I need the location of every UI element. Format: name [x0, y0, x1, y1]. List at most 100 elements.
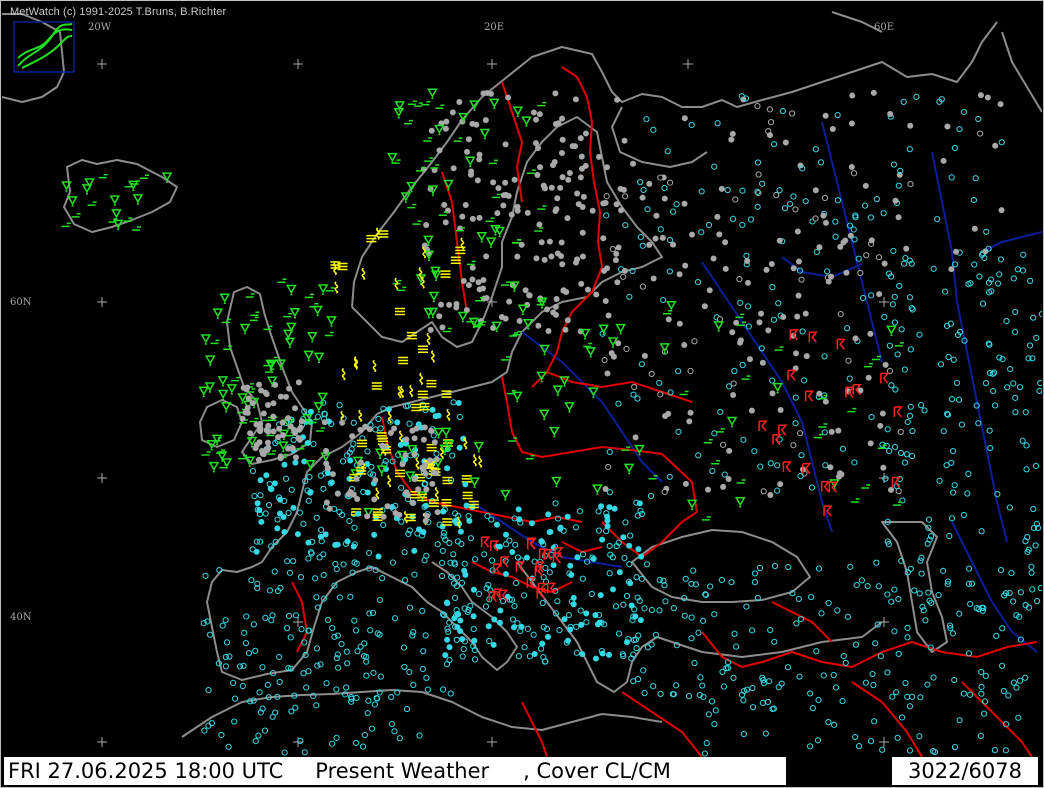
station-plot-icon [729, 130, 736, 137]
station-plot-icon [304, 439, 311, 446]
station-plot-icon [553, 295, 560, 302]
station-plot-icon [514, 207, 521, 214]
station-plot-icon [876, 291, 883, 298]
station-plot-icon [502, 141, 509, 148]
station-plot-icon [621, 267, 628, 274]
station-plot-icon [545, 633, 552, 640]
station-plot-icon [427, 326, 434, 333]
station-plot-icon [526, 292, 533, 299]
station-plot-icon [582, 130, 589, 137]
station-plot-icon [423, 221, 430, 228]
status-datetime: FRI 27.06.2025 18:00 UTC [8, 759, 284, 783]
station-plot-icon [334, 490, 341, 497]
station-plot-icon [719, 441, 727, 448]
station-plot-icon [384, 503, 391, 510]
station-plot-icon [887, 486, 894, 493]
station-plot-icon [394, 419, 401, 426]
station-plot-icon [604, 370, 611, 377]
weather-map[interactable] [2, 2, 1042, 757]
station-plot-icon [606, 504, 613, 511]
station-plot-icon [409, 427, 416, 434]
station-plot-icon [589, 207, 596, 214]
station-plot-icon [705, 486, 712, 493]
station-plot-icon [298, 418, 305, 425]
station-plot-icon [579, 651, 586, 658]
station-plot-icon [403, 436, 410, 443]
station-plot-icon [812, 187, 819, 194]
station-plot-icon [474, 177, 481, 184]
station-plot-icon [411, 547, 418, 554]
station-plot-icon [455, 399, 462, 406]
station-plot-icon [562, 326, 569, 333]
station-plot-icon [290, 504, 297, 511]
station-plot-icon [473, 121, 480, 128]
station-plot-icon [329, 471, 336, 478]
station-plot-icon [491, 616, 498, 623]
station-plot-icon [271, 480, 278, 487]
station-plot-icon [292, 430, 299, 437]
station-plot-icon [554, 195, 561, 202]
station-plot-icon [274, 525, 281, 532]
station-plot-icon [253, 548, 260, 555]
station-plot-icon [816, 390, 823, 397]
station-plot-icon [427, 457, 434, 464]
station-plot-icon [546, 529, 553, 536]
station-plot-icon [665, 316, 672, 323]
station-plot-icon [689, 231, 696, 238]
station-plot-icon [559, 261, 566, 268]
station-plot-icon [263, 427, 270, 434]
station-plot-icon [462, 202, 469, 209]
station-plot-icon [769, 390, 776, 397]
station-plot-icon [255, 456, 262, 463]
status-cover: , Cover CL/CM [523, 759, 671, 783]
station-plot-icon [868, 237, 875, 244]
station-plot-icon [495, 185, 502, 192]
station-plot-icon [249, 400, 256, 407]
station-plot-icon [579, 229, 586, 236]
station-plot-icon [564, 215, 571, 222]
station-plot-icon [789, 110, 796, 117]
station-plot-icon [716, 316, 724, 323]
station-plot-icon [281, 461, 288, 468]
station-plot-icon [662, 413, 669, 420]
station-plot-icon [605, 312, 612, 319]
station-plot-icon [483, 294, 490, 301]
station-plot-icon [522, 287, 529, 294]
station-plot-icon [296, 436, 303, 443]
station-plot-icon [718, 185, 725, 192]
station-plot-icon [515, 506, 522, 513]
station-plot-icon [552, 208, 559, 215]
station-plot-icon [397, 441, 404, 448]
station-plot-icon [848, 163, 855, 170]
station-plot-icon [650, 275, 657, 282]
station-plot-icon [456, 444, 463, 451]
station-plot-icon [583, 610, 590, 617]
station-plot-icon [706, 287, 713, 294]
station-plot-icon [744, 279, 751, 286]
station-plot-icon [485, 623, 492, 630]
station-plot-icon [681, 115, 688, 122]
station-plot-icon [434, 509, 441, 516]
station-plot-icon [470, 586, 477, 593]
station-plot-icon [618, 207, 625, 214]
station-plot-icon [867, 330, 874, 337]
station-plot-icon [497, 607, 504, 614]
station-plot-icon [881, 260, 888, 267]
station-plot-icon [460, 278, 467, 285]
station-plot-icon [502, 571, 509, 578]
station-plot-icon [758, 310, 765, 317]
station-plot-icon [420, 466, 427, 473]
station-plot-icon [564, 513, 571, 520]
station-plot-icon [570, 594, 577, 601]
station-plot-icon [532, 140, 539, 147]
station-plot-icon [350, 543, 357, 550]
station-plot-icon [297, 424, 304, 431]
station-plot-icon [471, 637, 478, 644]
station-plot-icon [790, 265, 797, 272]
station-plot-icon [857, 269, 864, 277]
station-plot-icon [803, 353, 810, 360]
longitude-label-60e: 60E [874, 22, 895, 33]
station-plot-icon [552, 311, 559, 318]
station-plot-icon [439, 324, 446, 331]
station-plot-icon [792, 206, 799, 213]
